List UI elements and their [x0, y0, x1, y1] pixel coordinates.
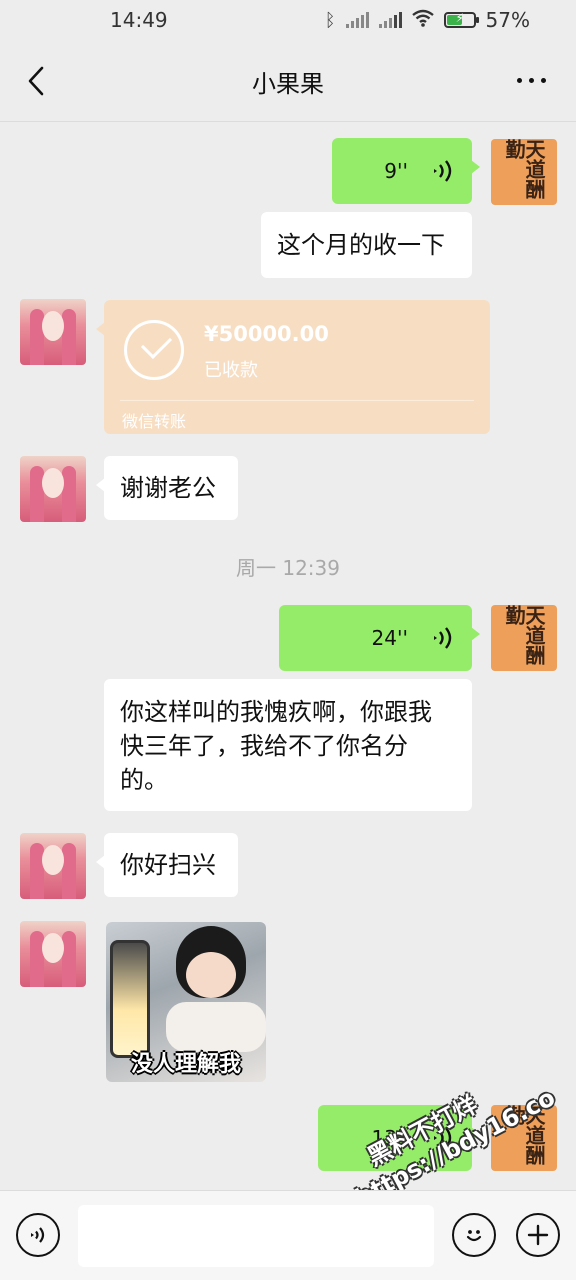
- voice-message[interactable]: 24'': [279, 605, 480, 671]
- avatar[interactable]: [20, 456, 86, 522]
- check-circle-icon: [124, 320, 184, 380]
- avatar[interactable]: 天道酬勤: [491, 139, 557, 205]
- avatar-calligraphy: 天道酬勤: [502, 605, 546, 665]
- avatar-calligraphy: 天道酬勤: [502, 139, 546, 199]
- message-text-line: 你这样叫的我愧疚啊，你跟我: [120, 698, 432, 726]
- chat-title: 小果果: [252, 70, 324, 98]
- avatar[interactable]: [20, 299, 86, 365]
- chat-screen: 14:49 ᛒ ⚡ 57% 小果果 9'' 天道酬勤 这个月的收一下 ¥5000…: [0, 0, 576, 1280]
- voice-duration: 9'': [384, 159, 408, 183]
- avatar[interactable]: [20, 921, 86, 987]
- message-text: 你好扫兴: [120, 851, 216, 879]
- message-text-line: 快三年了，我给不了你名分: [120, 732, 408, 760]
- text-message[interactable]: 你好扫兴: [96, 833, 238, 897]
- status-time: 14:49: [110, 8, 168, 32]
- status-icons: ᛒ ⚡ 57%: [325, 8, 530, 32]
- battery-percent: 57%: [485, 8, 530, 32]
- emoji-icon: [466, 1230, 482, 1242]
- message-text: 这个月的收一下: [277, 231, 445, 259]
- voice-wave-icon: [434, 627, 452, 649]
- signal-icon: [378, 12, 402, 28]
- text-message[interactable]: 谢谢老公: [96, 456, 238, 520]
- message-input[interactable]: [78, 1205, 434, 1267]
- transfer-card[interactable]: ¥50000.00 已收款 微信转账: [96, 300, 490, 434]
- sticker-face: [186, 952, 236, 998]
- divider: [120, 400, 474, 401]
- transfer-status: 已收款: [204, 360, 258, 381]
- bluetooth-icon: ᛒ: [324, 9, 336, 31]
- wifi-icon: [411, 9, 434, 32]
- chat-header: 小果果: [0, 40, 576, 122]
- chat-input-bar: [0, 1190, 576, 1280]
- voice-input-button[interactable]: [16, 1213, 60, 1257]
- voice-duration: 24'': [371, 626, 408, 650]
- sticker-arms: [166, 1002, 266, 1052]
- sticker-caption: 没人理解我: [130, 1052, 241, 1077]
- status-bar: 14:49 ᛒ ⚡ 57%: [0, 0, 576, 40]
- transfer-label: 微信转账: [122, 412, 187, 431]
- more-functions-button[interactable]: [516, 1213, 560, 1257]
- more-options-button[interactable]: [517, 78, 546, 83]
- text-message[interactable]: 这个月的收一下: [261, 212, 472, 278]
- avatar[interactable]: 天道酬勤: [491, 605, 557, 671]
- transfer-amount: ¥50000.00: [204, 322, 329, 346]
- text-message[interactable]: 你这样叫的我愧疚啊，你跟我 快三年了，我给不了你名分 的。: [104, 679, 472, 811]
- charging-icon: ⚡: [455, 11, 464, 25]
- emoji-button[interactable]: [452, 1213, 496, 1257]
- voice-message[interactable]: 9'': [332, 138, 480, 204]
- voice-input-icon: [31, 1227, 45, 1243]
- lantern-icon: [110, 940, 150, 1058]
- avatar[interactable]: [20, 833, 86, 899]
- voice-wave-icon: [434, 160, 452, 182]
- message-text: 谢谢老公: [120, 474, 216, 502]
- sticker-image[interactable]: 没人理解我: [106, 922, 266, 1082]
- signal-icon: [345, 12, 369, 28]
- message-timestamp: 周一 12:39: [236, 556, 340, 580]
- battery-icon: ⚡: [443, 11, 479, 28]
- plus-icon: [527, 1224, 549, 1246]
- message-text-line: 的。: [120, 766, 168, 794]
